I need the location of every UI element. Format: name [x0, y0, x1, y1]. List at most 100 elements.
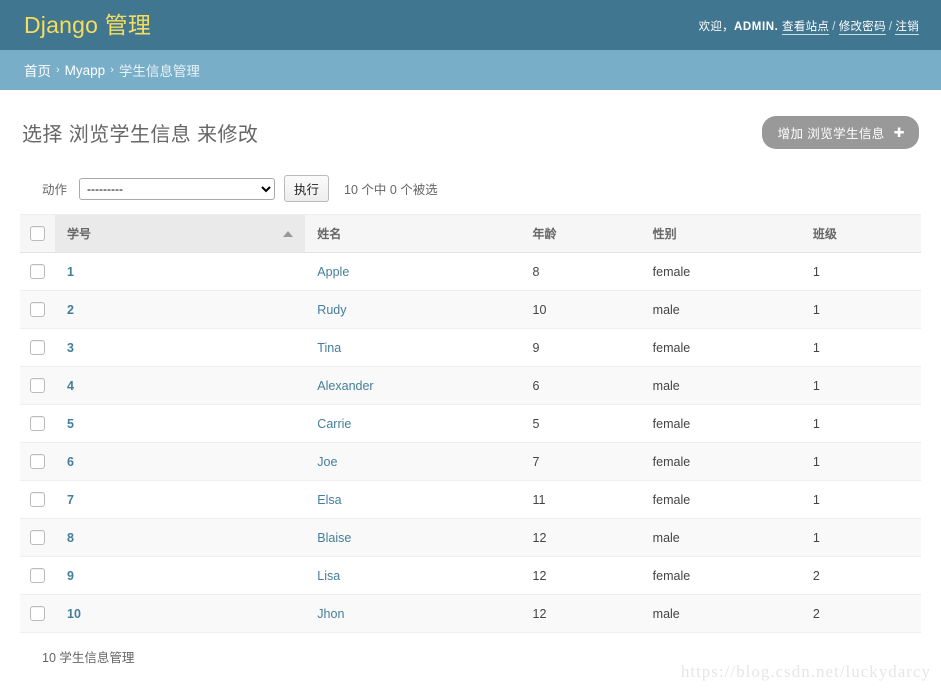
row-link-name[interactable]: Lisa — [317, 569, 340, 583]
row-link-name[interactable]: Joe — [317, 455, 337, 469]
watermark: https://blog.csdn.net/luckydarcy — [680, 662, 931, 681]
breadcrumb-separator-1: › — [56, 64, 60, 76]
column-header-gender[interactable]: 性别 — [640, 214, 801, 253]
table-row: 6 Joe 7 female 1 — [20, 442, 921, 481]
row-checkbox[interactable] — [30, 302, 46, 318]
table-row: 4 Alexander 6 male 1 — [20, 366, 921, 405]
row-link-name[interactable]: Tina — [317, 341, 341, 355]
row-link-name[interactable]: Carrie — [317, 417, 351, 431]
cell-grade: 1 — [800, 328, 921, 367]
row-link-id[interactable]: 9 — [67, 569, 74, 583]
column-header-grade[interactable]: 班级 — [800, 214, 921, 253]
results-table-head: 学号 姓名 年龄 性别 班级 — [20, 214, 921, 253]
row-link-name[interactable]: Apple — [317, 265, 349, 279]
cell-name: Joe — [305, 442, 521, 481]
run-action-button[interactable]: 执行 — [284, 175, 330, 202]
row-link-name[interactable]: Alexander — [317, 379, 373, 393]
cell-name: Jhon — [305, 594, 521, 633]
cell-id: 4 — [55, 366, 306, 405]
row-link-id[interactable]: 5 — [67, 417, 74, 431]
change-password-link[interactable]: 修改密码 — [838, 21, 886, 35]
cell-grade: 2 — [800, 556, 921, 595]
row-checkbox[interactable] — [30, 606, 46, 622]
cell-gender: male — [640, 518, 801, 557]
row-select-cell[interactable] — [20, 252, 56, 291]
row-select-cell[interactable] — [20, 366, 56, 405]
cell-id: 5 — [55, 404, 306, 443]
column-header-age-label: 年龄 — [532, 227, 557, 241]
table-row: 9 Lisa 12 female 2 — [20, 556, 921, 595]
cell-age: 12 — [520, 594, 641, 633]
column-header-id[interactable]: 学号 — [55, 214, 306, 253]
row-select-cell[interactable] — [20, 480, 56, 519]
column-header-name[interactable]: 姓名 — [305, 214, 521, 253]
cell-gender: female — [640, 252, 801, 291]
column-header-select-all[interactable] — [20, 214, 56, 253]
row-link-id[interactable]: 3 — [67, 341, 74, 355]
cell-id: 6 — [55, 442, 306, 481]
row-checkbox[interactable] — [30, 454, 46, 470]
sort-ascending-icon[interactable] — [283, 230, 294, 237]
row-link-id[interactable]: 6 — [67, 455, 74, 469]
row-link-name[interactable]: Rudy — [317, 303, 346, 317]
logout-link[interactable]: 注销 — [895, 21, 919, 35]
cell-grade: 1 — [800, 442, 921, 481]
row-select-cell[interactable] — [20, 518, 56, 557]
row-checkbox[interactable] — [30, 264, 46, 280]
column-header-age[interactable]: 年龄 — [520, 214, 641, 253]
row-link-name[interactable]: Elsa — [317, 493, 341, 507]
action-select[interactable]: --------- — [79, 177, 276, 200]
select-all-checkbox[interactable] — [30, 226, 46, 241]
title-row: 选择 浏览学生信息 来修改 增加 浏览学生信息 ✚ — [20, 90, 921, 171]
breadcrumb-item-home[interactable]: 首页 — [24, 60, 51, 80]
cell-id: 3 — [55, 328, 306, 367]
row-checkbox[interactable] — [30, 492, 46, 508]
results-header-row: 学号 姓名 年龄 性别 班级 — [20, 214, 921, 253]
column-header-name-label: 姓名 — [317, 227, 342, 241]
add-object-button[interactable]: 增加 浏览学生信息 ✚ — [761, 116, 919, 149]
cell-age: 11 — [520, 480, 641, 519]
row-link-id[interactable]: 7 — [67, 493, 74, 507]
cell-id: 10 — [55, 594, 306, 633]
cell-gender: female — [640, 328, 801, 367]
row-select-cell[interactable] — [20, 328, 56, 367]
breadcrumb-item-myapp[interactable]: Myapp — [65, 63, 106, 78]
breadcrumb-item-current: 学生信息管理 — [118, 64, 200, 79]
cell-grade: 1 — [800, 404, 921, 443]
row-select-cell[interactable] — [20, 556, 56, 595]
row-checkbox[interactable] — [30, 416, 46, 432]
cell-gender: female — [640, 480, 801, 519]
add-object-button-label: 增加 浏览学生信息 — [777, 127, 885, 141]
row-link-id[interactable]: 10 — [67, 607, 81, 621]
cell-grade: 1 — [800, 518, 921, 557]
cell-name: Blaise — [305, 518, 521, 557]
view-site-link[interactable]: 查看站点 — [781, 21, 830, 35]
branding: Django 管理 — [24, 13, 151, 37]
table-row: 8 Blaise 12 male 1 — [20, 518, 921, 557]
row-checkbox[interactable] — [30, 340, 46, 356]
cell-gender: male — [640, 290, 801, 329]
row-link-id[interactable]: 8 — [67, 531, 74, 545]
content-area: 选择 浏览学生信息 来修改 增加 浏览学生信息 ✚ 动作 --------- 执… — [0, 90, 941, 666]
row-select-cell[interactable] — [20, 290, 56, 329]
row-checkbox[interactable] — [30, 378, 46, 394]
cell-id: 7 — [55, 480, 306, 519]
row-link-id[interactable]: 2 — [67, 303, 74, 317]
cell-name: Alexander — [305, 366, 521, 405]
column-header-id-label: 学号 — [67, 227, 92, 241]
row-link-name[interactable]: Jhon — [317, 607, 344, 621]
column-header-gender-label: 性别 — [652, 227, 677, 241]
row-select-cell[interactable] — [20, 442, 56, 481]
row-link-id[interactable]: 4 — [67, 379, 74, 393]
cell-id: 9 — [55, 556, 306, 595]
row-select-cell[interactable] — [20, 404, 56, 443]
row-link-id[interactable]: 1 — [67, 265, 74, 279]
row-link-name[interactable]: Blaise — [317, 531, 351, 545]
cell-grade: 1 — [800, 480, 921, 519]
row-checkbox[interactable] — [30, 568, 46, 584]
cell-name: Lisa — [305, 556, 521, 595]
row-checkbox[interactable] — [30, 530, 46, 546]
row-select-cell[interactable] — [20, 594, 56, 633]
cell-grade: 1 — [800, 290, 921, 329]
site-title[interactable]: Django 管理 — [24, 13, 151, 37]
